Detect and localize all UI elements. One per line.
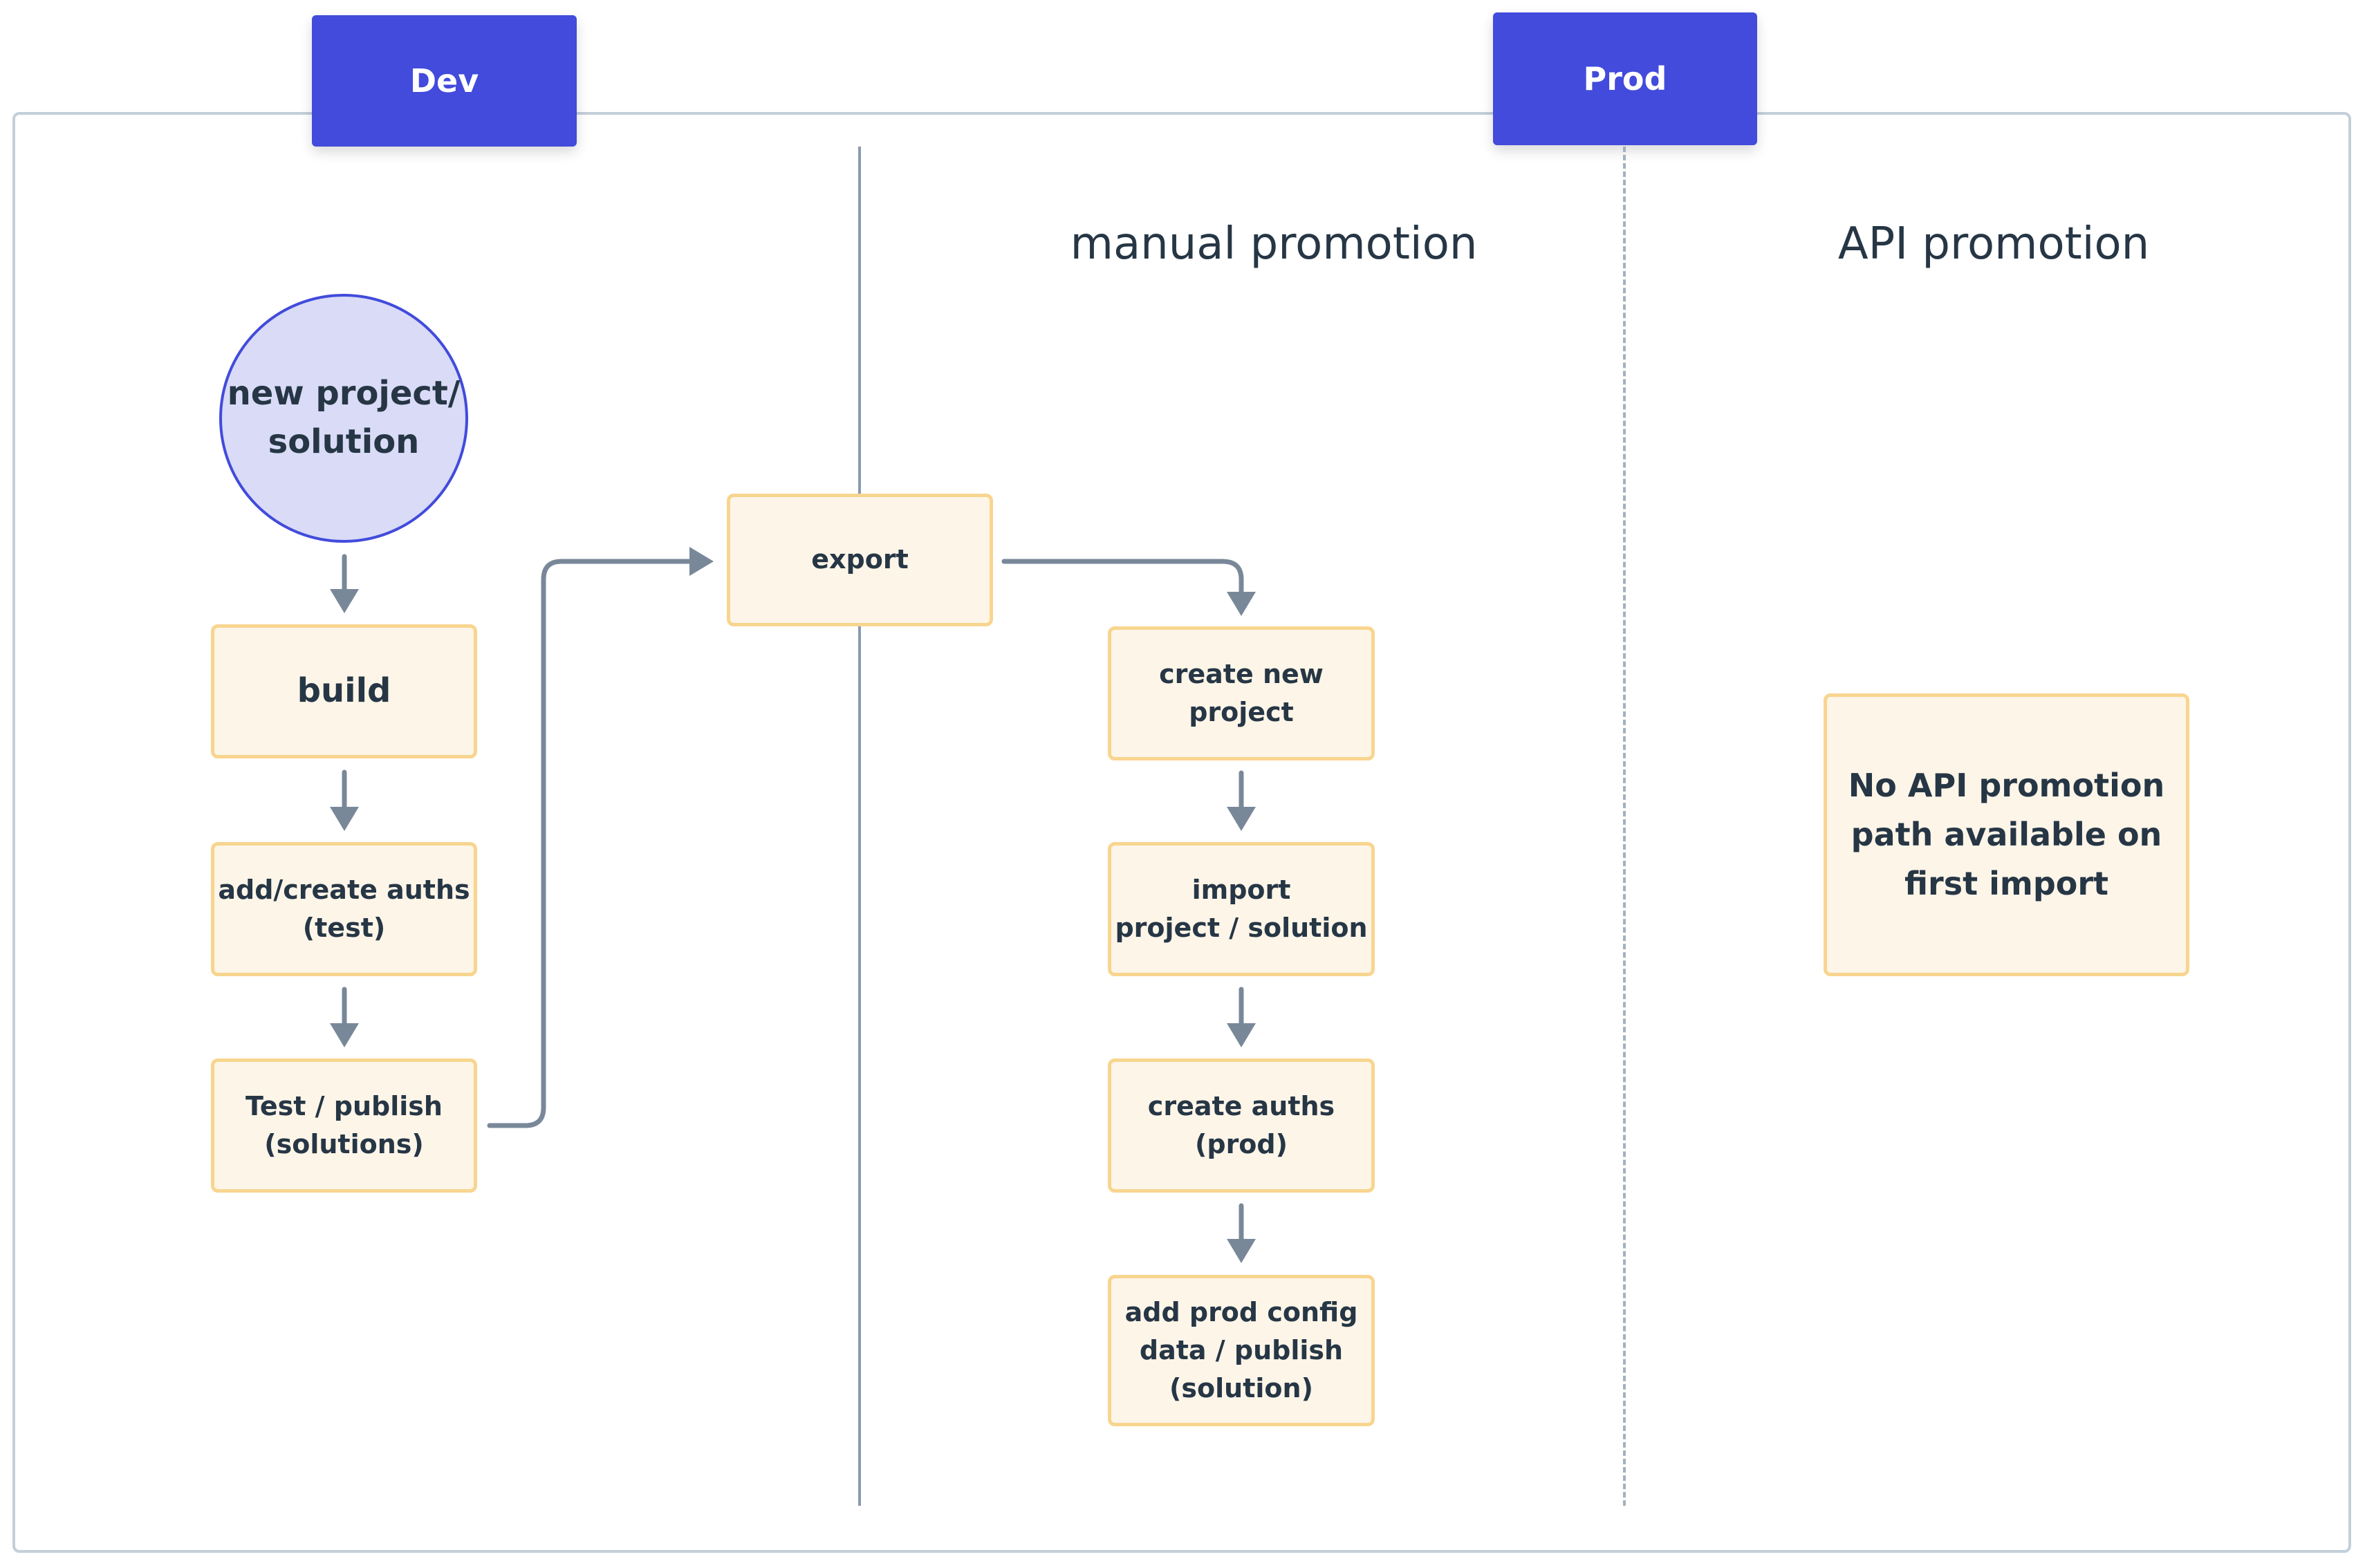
api-promotion-note: No API promotion path available on first… xyxy=(1824,693,2189,976)
arrow-test-to-export xyxy=(487,547,714,1128)
node-create-new-project: create new project xyxy=(1108,626,1375,760)
node-export: export xyxy=(727,494,993,626)
node-add-prod-config: add prod config data / publish (solution… xyxy=(1108,1275,1375,1426)
start-node-new-project: new project/ solution xyxy=(219,294,468,543)
node-create-auths-prod: create auths (prod) xyxy=(1108,1058,1375,1193)
node-test-publish: Test / publish (solutions) xyxy=(211,1058,477,1193)
node-build: build xyxy=(211,624,477,758)
node-add-create-auths: add/create auths (test) xyxy=(211,842,477,976)
arrow-export-to-create xyxy=(1001,559,1256,616)
node-import-project: import project / solution xyxy=(1108,842,1375,976)
